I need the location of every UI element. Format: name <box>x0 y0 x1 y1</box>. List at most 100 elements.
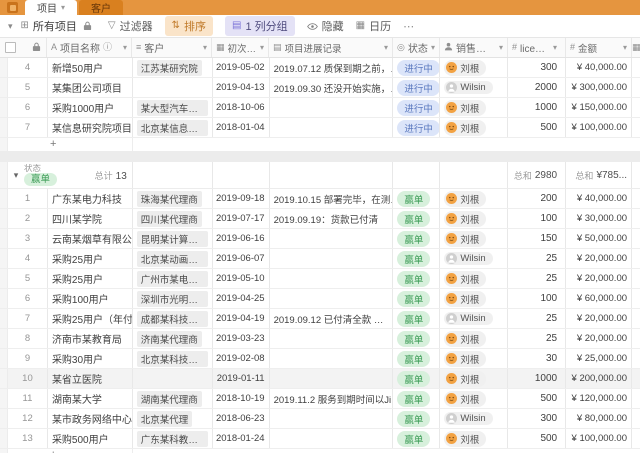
cell-customer[interactable]: 珠海某代理商 <box>133 189 213 208</box>
cell-project-name[interactable]: 某信息研究院项目 <box>48 118 133 137</box>
cell-amount[interactable]: ¥ 120,000.00 <box>566 389 633 408</box>
cell-first-contact[interactable]: 2019-04-25 <box>213 289 270 308</box>
column-header-lic[interactable]: #license 数▾ <box>508 38 566 57</box>
cell-license-count[interactable]: 30 <box>508 349 567 368</box>
select-all-checkbox[interactable] <box>5 42 16 53</box>
cell-project-name[interactable]: 某市政务网络中心 <box>48 409 133 428</box>
cell-status[interactable]: 赢单 <box>393 369 441 388</box>
cell-progress[interactable] <box>270 409 394 428</box>
cell-customer[interactable]: 北京某动画制作中心 <box>133 249 213 268</box>
column-header-date[interactable]: ▦初次联系时间▾ <box>212 38 269 57</box>
cell-project-name[interactable]: 某省立医院 <box>48 369 133 388</box>
cell-progress[interactable] <box>270 369 394 388</box>
cell-customer[interactable]: 济南某代理商 <box>133 329 213 348</box>
cell-amount[interactable]: ¥ 60,000.00 <box>566 289 633 308</box>
cell-license-count[interactable]: 300 <box>508 58 567 77</box>
app-logo-icon[interactable] <box>7 2 18 13</box>
cell-status[interactable]: 进行中 <box>393 98 441 117</box>
table-row[interactable]: 5 某集团公司项目 2019-04-13 2019.09.30 还没开始实施，… 进行中… <box>0 78 640 98</box>
cell-customer[interactable]: 广东某科教有限公司 <box>133 429 213 448</box>
cell-progress[interactable]: 2019.11.2 服务到期时间以Ji… <box>270 389 394 408</box>
cell-sales-owner[interactable]: Wilsin <box>440 409 509 428</box>
table-row[interactable]: 8 济南市某教育局 济南某代理商 2019-03-23 赢单 刘根 25 ¥ 20,000.0… <box>0 329 640 349</box>
filter-button[interactable]: ▽ 过滤器 <box>108 18 153 34</box>
cell-customer[interactable]: 四川某代理商 <box>133 209 213 228</box>
cell-status[interactable]: 赢单 <box>393 309 441 328</box>
cell-first-contact[interactable]: 2018-10-06 <box>213 98 270 117</box>
cell-status[interactable]: 赢单 <box>393 189 441 208</box>
cell-amount[interactable]: ¥ 300,000.00 <box>566 78 633 97</box>
cell-progress[interactable]: 2019.07.12 质保到期之前，… <box>270 58 394 77</box>
column-header-cust[interactable]: ≡ 客户 ▾ <box>132 38 212 57</box>
cell-progress[interactable]: 2019.10.15 部署完毕，在测… <box>270 189 394 208</box>
cell-project-name[interactable]: 采购500用户 <box>48 429 133 448</box>
cell-project-name[interactable]: 四川某学院 <box>48 209 133 228</box>
cell-project-name[interactable]: 采购25用户（年付） <box>48 309 133 328</box>
cell-progress[interactable] <box>270 229 394 248</box>
cell-progress[interactable] <box>270 289 394 308</box>
cell-first-contact[interactable]: 2019-09-18 <box>213 189 270 208</box>
cell-status[interactable]: 赢单 <box>393 289 441 308</box>
cell-status[interactable]: 赢单 <box>393 349 441 368</box>
cell-sales-owner[interactable]: Wilsin <box>440 249 509 268</box>
cell-amount[interactable]: ¥ 50,000.00 <box>566 229 633 248</box>
views-chevron-icon[interactable]: ▾ <box>8 21 13 32</box>
cell-progress[interactable] <box>270 329 394 348</box>
cell-status[interactable]: 赢单 <box>393 389 441 408</box>
cell-license-count[interactable]: 25 <box>508 309 567 328</box>
cell-amount[interactable]: ¥ 80,000.00 <box>566 409 633 428</box>
cell-customer[interactable] <box>133 369 213 388</box>
cell-first-contact[interactable]: 2019-02-08 <box>213 349 270 368</box>
cell-license-count[interactable]: 100 <box>508 289 567 308</box>
more-actions-button[interactable]: ⋯ <box>403 20 415 33</box>
cell-project-name[interactable]: 采购30用户 <box>48 349 133 368</box>
cell-first-contact[interactable]: 2019-04-13 <box>213 78 270 97</box>
cell-license-count[interactable]: 2000 <box>508 78 567 97</box>
cell-customer[interactable]: 昆明某计算机有限公司 <box>133 229 213 248</box>
table-row[interactable]: 12 某市政务网络中心 北京某代理 2018-06-23 赢单 Wilsin 300 ¥ 80… <box>0 409 640 429</box>
cell-license-count[interactable]: 1000 <box>508 98 567 117</box>
cell-sales-owner[interactable]: 刘根 <box>440 229 509 248</box>
cell-first-contact[interactable]: 2019-05-10 <box>213 269 270 288</box>
calendar-button[interactable]: ▦ 日历 <box>356 18 391 34</box>
cell-project-name[interactable]: 湖南某大学 <box>48 389 133 408</box>
cell-first-contact[interactable]: 2018-06-23 <box>213 409 270 428</box>
cell-status[interactable]: 赢单 <box>393 209 441 228</box>
cell-license-count[interactable]: 150 <box>508 229 567 248</box>
column-header-sales[interactable]: 销售负责人▾ <box>440 38 508 57</box>
cell-customer[interactable]: 广州市某电子有限公司 <box>133 269 213 288</box>
column-header-prog[interactable]: ▤ 项目进展记录 ▾ <box>269 38 393 57</box>
tab-customers[interactable]: 客户 <box>79 0 124 15</box>
cell-project-name[interactable]: 某集团公司项目 <box>48 78 133 97</box>
cell-amount[interactable]: ¥ 40,000.00 <box>566 189 633 208</box>
cell-sales-owner[interactable]: Wilsin <box>440 309 509 328</box>
view-lock-button[interactable] <box>83 21 92 31</box>
column-header-name[interactable]: A 项目名称 ⓘ ▾ <box>47 38 132 57</box>
cell-project-name[interactable]: 广东某电力科技 <box>48 189 133 208</box>
hide-fields-button[interactable]: 隐藏 <box>306 18 344 34</box>
cell-project-name[interactable]: 采购25用户 <box>48 249 133 268</box>
tab-projects[interactable]: 项目 ▾ <box>25 0 78 15</box>
cell-amount[interactable]: ¥ 25,000.00 <box>566 349 633 368</box>
cell-license-count[interactable]: 100 <box>508 209 567 228</box>
cell-customer[interactable]: 北京某信息系统技术有 <box>133 118 213 137</box>
cell-first-contact[interactable]: 2019-06-07 <box>213 249 270 268</box>
cell-project-name[interactable]: 新增50用户 <box>48 58 133 77</box>
cell-first-contact[interactable]: 2019-01-11 <box>213 369 270 388</box>
table-row[interactable]: 9采购30用户北京某科技有限公司 2019-02-08 赢单 刘根 30¥ 25,000… <box>0 349 640 369</box>
cell-amount[interactable]: ¥ 100,000.00 <box>566 118 633 137</box>
cell-progress[interactable] <box>270 98 394 117</box>
cell-sales-owner[interactable]: 刘根 <box>440 329 509 348</box>
column-header-amt[interactable]: # 金额 ▾ <box>566 38 632 57</box>
cell-amount[interactable]: ¥ 150,000.00 <box>566 98 633 117</box>
view-switcher[interactable]: ⊞ 所有项目 <box>21 18 77 34</box>
cell-first-contact[interactable]: 2019-05-02 <box>213 58 270 77</box>
cell-first-contact[interactable]: 2019-03-23 <box>213 329 270 348</box>
sort-button[interactable]: ⇅ 排序 <box>164 16 214 36</box>
cell-customer[interactable]: 北京某科技有限公司 <box>133 349 213 368</box>
cell-customer[interactable]: 成都某科技公司 <box>133 309 213 328</box>
table-row[interactable]: 4 新增50用户 江苏某研究院 2019-05-02 2019.07.12 质保到期之前… <box>0 58 640 78</box>
table-row[interactable]: 13采购500用户广东某科教有限公司 2018-01-24 赢单 刘根 500¥ 100… <box>0 429 640 449</box>
cell-sales-owner[interactable]: 刘根 <box>440 58 509 77</box>
cell-project-name[interactable]: 云南某烟草有限公司 <box>48 229 133 248</box>
